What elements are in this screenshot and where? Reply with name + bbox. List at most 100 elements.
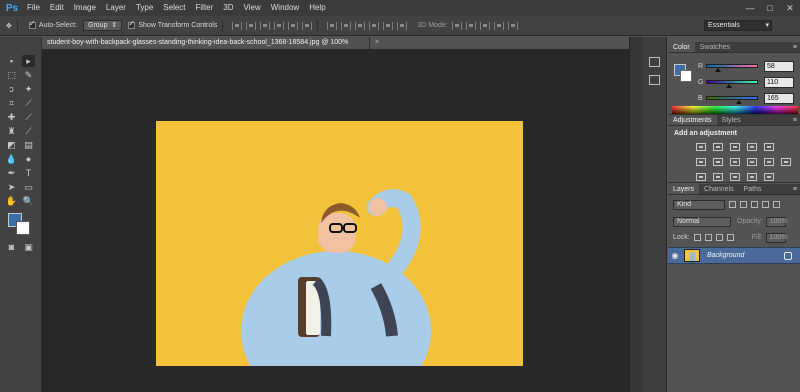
threshold-icon[interactable] — [730, 173, 740, 181]
history-panel-icon[interactable] — [649, 57, 660, 67]
layer-row-background[interactable]: ◉ Background — [668, 247, 800, 264]
zoom-tool-icon[interactable]: 🔍 — [22, 195, 35, 207]
tab-layers[interactable]: Layers — [668, 184, 700, 194]
properties-panel-icon[interactable] — [649, 75, 660, 85]
lock-position-icon[interactable] — [715, 234, 723, 241]
show-transform-checkbox[interactable] — [128, 19, 136, 29]
eraser-tool-icon[interactable]: ◩ — [5, 139, 18, 151]
photo-filter-icon[interactable] — [747, 158, 757, 166]
distribute-bottom-icon[interactable] — [355, 21, 366, 30]
align-top-icon[interactable] — [232, 21, 243, 30]
tab-adjustments[interactable]: Adjustments — [668, 115, 717, 125]
fill-input[interactable]: 100% — [765, 232, 788, 243]
eye-icon[interactable]: ◉ — [668, 251, 682, 260]
shape-tool-icon[interactable]: ▭ — [22, 181, 35, 193]
align-bottom-icon[interactable] — [260, 21, 271, 30]
crop-tool-icon[interactable]: ⌗ — [5, 97, 18, 109]
auto-select-option[interactable]: Auto-Select: — [28, 19, 77, 29]
menu-edit[interactable]: Edit — [45, 0, 69, 16]
red-slider[interactable] — [706, 64, 758, 72]
menu-3d[interactable]: 3D — [218, 0, 238, 16]
3d-roll-icon[interactable] — [465, 21, 476, 30]
move-tool-preset-icon[interactable]: ✥ — [6, 22, 12, 30]
document-photo[interactable] — [156, 121, 523, 366]
panel-menu-icon[interactable]: ≡ — [793, 42, 797, 53]
3d-pan-icon[interactable] — [479, 21, 490, 30]
gradient-tool-icon[interactable]: ▤ — [22, 139, 35, 151]
align-vertical-center-icon[interactable] — [246, 21, 257, 30]
screen-mode-icon[interactable]: ▣ — [22, 241, 35, 253]
move-tool-icon[interactable]: ▸ — [22, 55, 35, 67]
filter-shape-icon[interactable] — [762, 201, 769, 208]
gradient-map-icon[interactable] — [747, 173, 757, 181]
3d-slide-icon[interactable] — [493, 21, 504, 30]
tab-styles[interactable]: Styles — [717, 115, 746, 125]
maximize-button[interactable]: □ — [760, 0, 780, 16]
menu-image[interactable]: Image — [69, 0, 101, 16]
quick-mask-icon[interactable]: ◙ — [5, 241, 18, 253]
exposure-icon[interactable] — [747, 143, 757, 151]
color-spectrum-bar[interactable] — [672, 106, 798, 114]
color-balance-icon[interactable] — [713, 158, 723, 166]
brightness-contrast-icon[interactable] — [696, 143, 706, 151]
green-slider[interactable] — [706, 80, 758, 88]
filter-adjustment-icon[interactable] — [740, 201, 747, 208]
invert-icon[interactable] — [696, 173, 706, 181]
menu-view[interactable]: View — [239, 0, 266, 16]
hue-saturation-icon[interactable] — [696, 158, 706, 166]
color-panel-background-swatch[interactable] — [680, 70, 692, 82]
pen-tool-icon[interactable]: ✒ — [5, 167, 18, 179]
menu-select[interactable]: Select — [158, 0, 190, 16]
menu-layer[interactable]: Layer — [101, 0, 131, 16]
tab-channels[interactable]: Channels — [699, 184, 739, 194]
channel-mixer-icon[interactable] — [764, 158, 774, 166]
brush-icon[interactable]: ⟋ — [22, 111, 35, 123]
selective-color-icon[interactable] — [764, 173, 774, 181]
distribute-right-icon[interactable] — [397, 21, 408, 30]
show-transform-option[interactable]: Show Transform Controls — [128, 19, 217, 29]
marquee-tool-icon[interactable]: ⬚ — [5, 69, 18, 81]
canvas-area[interactable] — [42, 49, 629, 392]
menu-filter[interactable]: Filter — [191, 0, 219, 16]
lock-transparent-icon[interactable] — [693, 234, 701, 241]
minimize-button[interactable]: — — [740, 0, 760, 16]
menu-help[interactable]: Help — [304, 0, 330, 16]
document-close-icon[interactable]: × — [375, 37, 379, 49]
tab-color[interactable]: Color — [668, 42, 695, 52]
auto-select-dropdown[interactable]: Group ⇕ — [83, 20, 123, 31]
distribute-left-icon[interactable] — [369, 21, 380, 30]
3d-rotate-icon[interactable] — [451, 21, 462, 30]
menu-window[interactable]: Window — [266, 0, 304, 16]
distribute-center-icon[interactable] — [341, 21, 352, 30]
panel-menu-icon[interactable]: ≡ — [793, 115, 797, 126]
path-selection-icon[interactable]: ➤ — [5, 181, 18, 193]
blend-mode-dropdown[interactable]: Normal — [673, 216, 731, 227]
lock-all-icon[interactable] — [726, 234, 734, 241]
blue-value-input[interactable]: 165 — [764, 92, 794, 104]
hand-tool-icon[interactable]: ✋ — [5, 195, 18, 207]
blue-slider[interactable] — [706, 96, 758, 104]
tab-paths[interactable]: Paths — [739, 184, 767, 194]
distribute-middle-icon[interactable] — [383, 21, 394, 30]
blue-slider-thumb[interactable] — [736, 100, 743, 104]
blur-tool-icon[interactable]: 💧 — [5, 153, 18, 165]
color-lookup-icon[interactable] — [781, 158, 791, 166]
layer-filter-kind-dropdown[interactable]: Kind — [673, 199, 725, 210]
menu-type[interactable]: Type — [131, 0, 158, 16]
opacity-input[interactable]: 100% — [765, 216, 788, 227]
red-value-input[interactable]: 58 — [764, 60, 794, 72]
menu-file[interactable]: File — [22, 0, 45, 16]
align-right-icon[interactable] — [302, 21, 313, 30]
vibrance-icon[interactable] — [764, 143, 774, 151]
auto-select-checkbox[interactable] — [28, 19, 36, 29]
distribute-top-icon[interactable] — [327, 21, 338, 30]
filter-pixel-icon[interactable] — [729, 201, 736, 208]
green-value-input[interactable]: 110 — [764, 76, 794, 88]
filter-type-icon[interactable] — [751, 201, 758, 208]
posterize-icon[interactable] — [713, 173, 723, 181]
vertical-scrollbar[interactable] — [629, 37, 642, 392]
document-tab[interactable]: student-boy-with-backpack-glasses-standi… — [42, 37, 370, 58]
background-color-swatch[interactable] — [16, 221, 30, 235]
lasso-tool-icon[interactable]: ↄ — [5, 83, 18, 95]
type-tool-icon[interactable]: T — [22, 167, 35, 179]
